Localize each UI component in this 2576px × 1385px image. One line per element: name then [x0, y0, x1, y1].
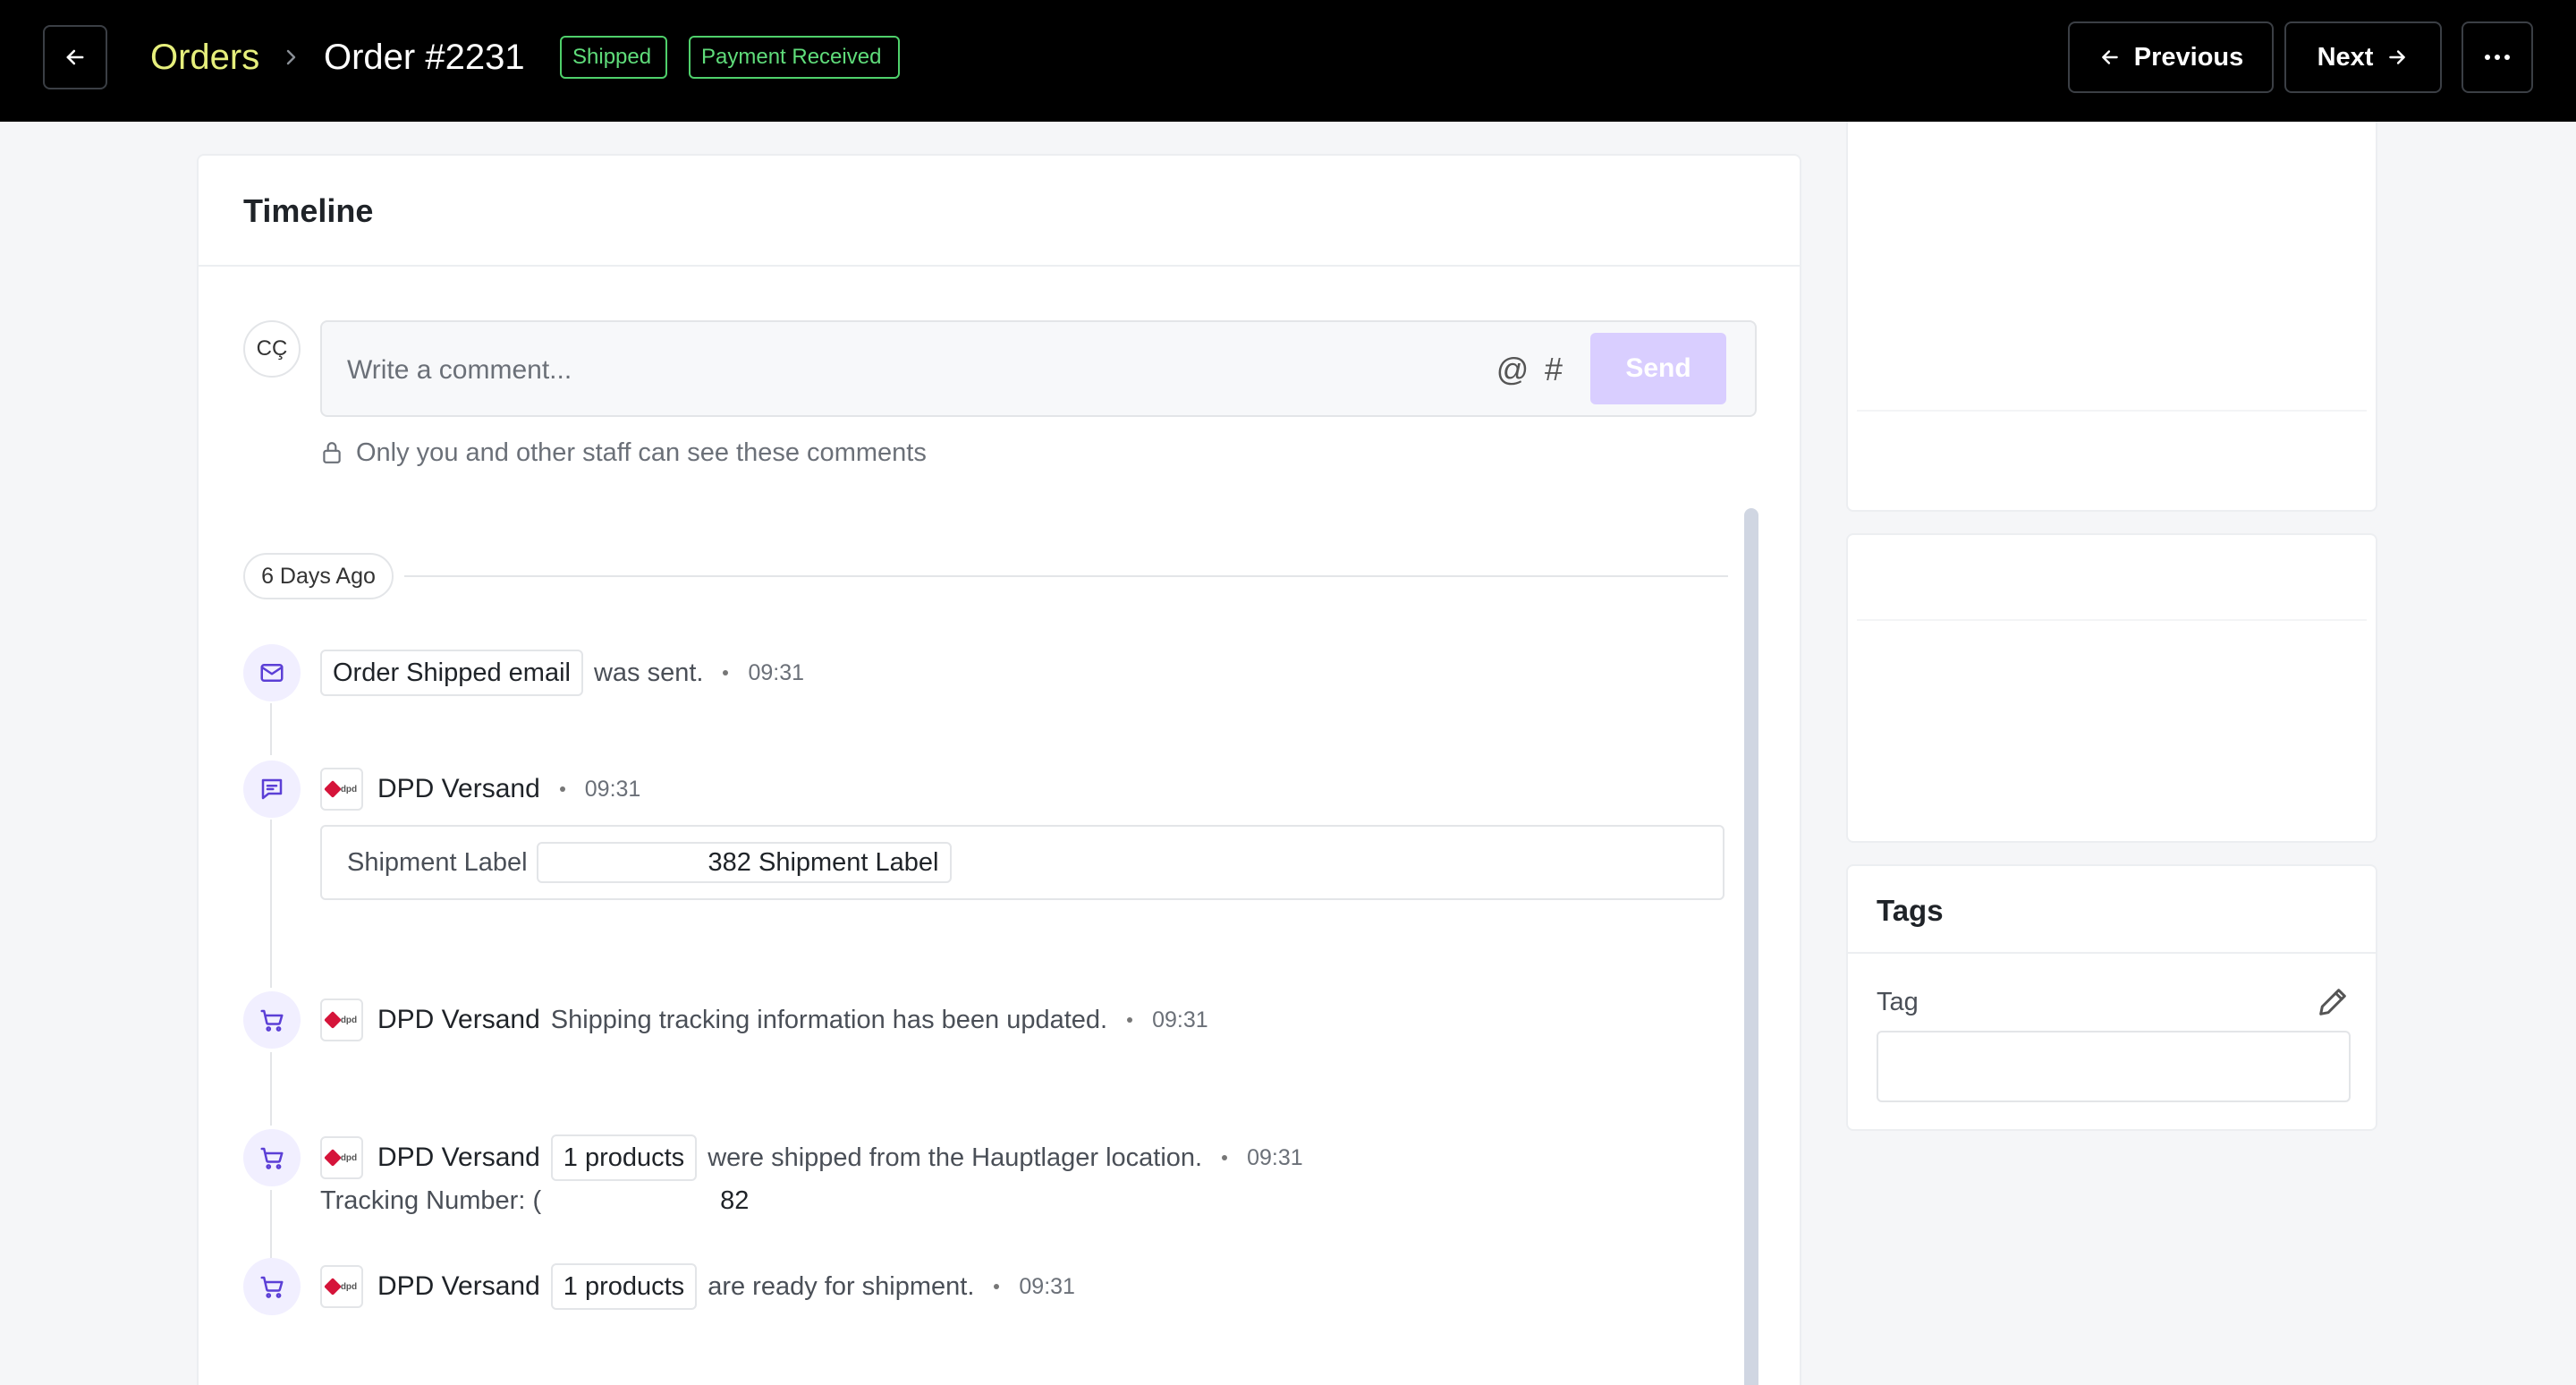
day-separator-label: 6 Days Ago	[243, 553, 394, 599]
tags-header: Tags	[1848, 866, 2376, 954]
timeline-event-icon	[243, 1129, 301, 1186]
shipment-label-link[interactable]: 382 Shipment Label	[536, 842, 952, 883]
dpd-logo-text: dpd	[340, 784, 358, 794]
arrow-right-icon	[2389, 50, 2406, 64]
cart-icon	[260, 1147, 284, 1169]
lock-icon	[323, 442, 341, 463]
event-time: 09:31	[1019, 1273, 1075, 1299]
event-actor: DPD Versand	[377, 1143, 540, 1172]
email-chip[interactable]: Order Shipped email	[320, 650, 583, 696]
tracking-number-label: Tracking Number: (	[320, 1185, 542, 1215]
separator-dot	[559, 786, 565, 792]
pencil-icon[interactable]	[2315, 984, 2351, 1020]
comment-box: @ # Send	[320, 320, 1757, 417]
tags-title: Tags	[1877, 894, 1944, 927]
tag-field-label: Tag	[1877, 988, 1919, 1016]
timeline-event-ready: dpd DPD Versand 1 products are ready for…	[320, 1262, 1075, 1312]
products-chip[interactable]: 1 products	[550, 1263, 698, 1310]
ellipsis-icon	[2485, 55, 2510, 60]
timeline-event-label: dpd DPD Versand 09:31	[320, 764, 640, 814]
privacy-note-text: Only you and other staff can see these c…	[356, 438, 927, 467]
event-text: were shipped from the Hauptlager locatio…	[708, 1143, 1203, 1172]
page-title: Order #2231	[324, 38, 525, 77]
event-actor: DPD Versand	[377, 1005, 540, 1034]
separator-dot	[723, 670, 729, 676]
dpd-logo: dpd	[320, 1136, 363, 1179]
dpd-logo-text: dpd	[340, 1015, 358, 1025]
tracking-number-value[interactable]: 82	[720, 1186, 749, 1216]
previous-label: Previous	[2133, 42, 2244, 72]
products-chip[interactable]: 1 products	[550, 1134, 698, 1181]
dpd-logo-mark	[323, 1278, 342, 1296]
timeline-event-email: Order Shipped email was sent. 09:31	[320, 648, 804, 698]
timeline-header: Timeline	[199, 156, 1800, 267]
event-time: 09:31	[1152, 1007, 1208, 1032]
event-text: Shipping tracking information has been u…	[550, 1005, 1108, 1034]
next-button[interactable]: Next	[2284, 21, 2442, 93]
sidebar-card	[1846, 533, 2377, 843]
comment-input[interactable]	[347, 347, 1420, 394]
sidebar-card	[1846, 122, 2377, 512]
tags-card: Tags Tag	[1846, 864, 2377, 1131]
event-time: 09:31	[584, 776, 641, 802]
sidebar-divider	[1857, 410, 2367, 412]
separator-dot	[1127, 1017, 1133, 1023]
arrow-left-icon	[2101, 50, 2118, 64]
tag-input[interactable]	[1877, 1031, 2351, 1102]
cart-icon	[260, 1009, 284, 1032]
timeline-event-icon	[243, 991, 301, 1049]
timeline-scrollbar[interactable]	[1744, 508, 1758, 1385]
shipment-label-key: Shipment Label	[347, 847, 528, 877]
timeline-event-icon	[243, 1258, 301, 1315]
dpd-logo-mark	[323, 780, 342, 798]
more-actions-button[interactable]	[2462, 21, 2533, 93]
status-badge-payment: Payment Received	[689, 36, 900, 79]
arrow-left-icon	[66, 49, 84, 65]
dpd-logo: dpd	[320, 768, 363, 811]
timeline-connector	[270, 1052, 272, 1126]
timeline-event-icon	[243, 760, 301, 818]
event-time: 09:31	[748, 659, 805, 685]
status-badge-shipped: Shipped	[560, 36, 667, 79]
at-icon[interactable]: @	[1492, 349, 1533, 390]
timeline-event-tracking: dpd DPD Versand Shipping tracking inform…	[320, 995, 1208, 1045]
breadcrumb-orders-link[interactable]: Orders	[150, 32, 259, 82]
event-time: 09:31	[1247, 1144, 1303, 1170]
timeline-connector	[270, 820, 272, 988]
dpd-logo-text: dpd	[340, 1152, 358, 1163]
previous-button[interactable]: Previous	[2068, 21, 2274, 93]
mail-icon	[260, 664, 284, 682]
sidebar-divider	[1857, 619, 2367, 621]
separator-dot	[1222, 1155, 1228, 1160]
avatar: CÇ	[243, 320, 301, 378]
back-button[interactable]	[43, 25, 107, 89]
send-button[interactable]: Send	[1590, 333, 1726, 404]
timeline-connector	[270, 703, 272, 755]
privacy-note: Only you and other staff can see these c…	[320, 435, 927, 471]
event-text: are ready for shipment.	[708, 1271, 975, 1301]
message-icon	[261, 778, 283, 800]
dpd-logo-mark	[323, 1011, 342, 1029]
timeline-connector	[270, 1190, 272, 1265]
timeline-card: Timeline CÇ @ # Send Only you and other …	[197, 154, 1801, 1385]
timeline-event-shipped: dpd DPD Versand 1 products were shipped …	[320, 1133, 1303, 1183]
tracking-number: Tracking Number: ( 82	[320, 1183, 749, 1219]
timeline-title: Timeline	[243, 192, 374, 229]
next-label: Next	[2317, 42, 2374, 72]
top-bar: Orders Order #2231 Shipped Payment Recei…	[0, 0, 2576, 122]
dpd-logo-text: dpd	[340, 1281, 358, 1292]
event-actor: DPD Versand	[377, 1271, 540, 1301]
day-separator-line	[404, 575, 1728, 577]
timeline-event-icon	[243, 644, 301, 701]
separator-dot	[994, 1284, 1000, 1289]
dpd-logo: dpd	[320, 1265, 363, 1308]
event-text: was sent.	[593, 658, 704, 687]
dpd-logo: dpd	[320, 998, 363, 1041]
chevron-right-icon	[286, 49, 296, 65]
event-actor: DPD Versand	[377, 774, 540, 803]
dpd-logo-mark	[323, 1149, 342, 1167]
shipment-label-box: Shipment Label 382 Shipment Label	[320, 825, 1724, 900]
cart-icon	[260, 1276, 284, 1298]
hash-icon[interactable]: #	[1533, 349, 1574, 390]
